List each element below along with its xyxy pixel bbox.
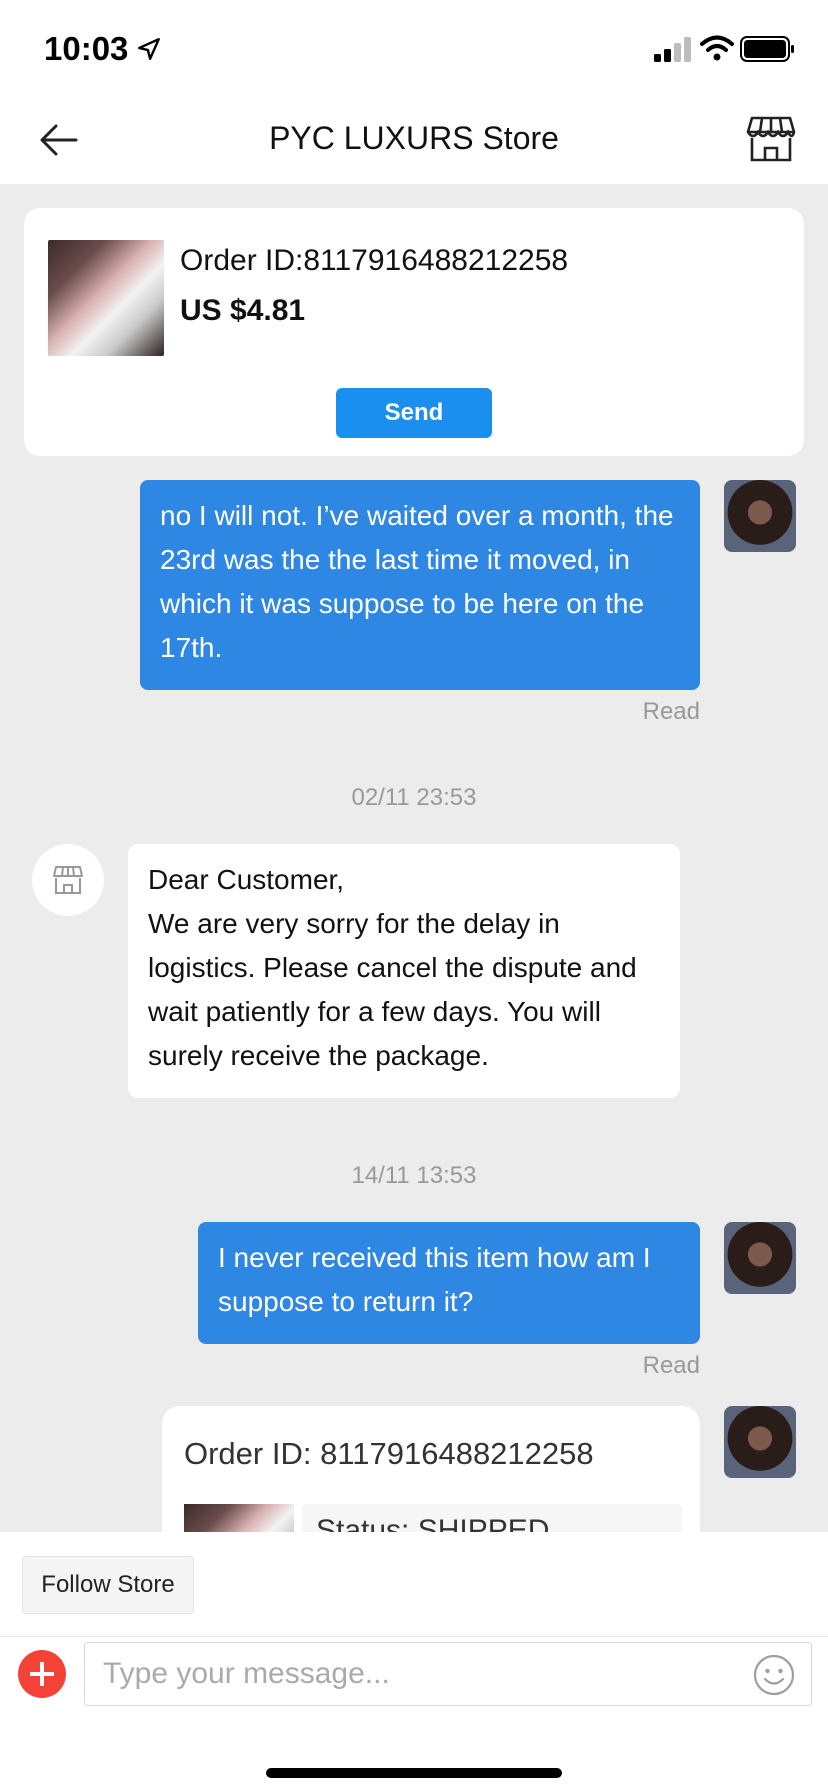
message-timestamp: 14/11 13:53 xyxy=(351,1162,477,1189)
store-icon[interactable] xyxy=(746,114,796,164)
message-outgoing: I never received this item how am I supp… xyxy=(198,1222,700,1344)
order-message-status: Status: SHIPPED xyxy=(316,1514,550,1532)
location-arrow-icon xyxy=(138,38,160,60)
user-avatar[interactable] xyxy=(724,1406,796,1478)
send-order-button[interactable]: Send xyxy=(336,388,492,438)
add-attachment-button[interactable] xyxy=(18,1650,66,1698)
product-thumbnail[interactable] xyxy=(48,240,164,356)
status-bar: 10:03 xyxy=(0,0,828,96)
status-time: 10:03 xyxy=(44,30,129,67)
user-avatar[interactable] xyxy=(724,1222,796,1294)
battery-icon xyxy=(740,36,794,62)
store-icon xyxy=(53,866,83,894)
chat-messages[interactable]: no I will not. I’ve waited over a month,… xyxy=(0,480,828,1532)
message-incoming: Dear Customer, We are very sorry for the… xyxy=(128,844,680,1098)
home-indicator xyxy=(266,1768,562,1778)
user-avatar[interactable] xyxy=(724,480,796,552)
page-title: PYC LUXURS Store xyxy=(269,120,559,156)
divider xyxy=(0,1636,828,1637)
message-outgoing: no I will not. I’ve waited over a month,… xyxy=(140,480,700,690)
message-input[interactable] xyxy=(103,1643,723,1705)
wifi-icon xyxy=(700,35,734,61)
message-input-box[interactable] xyxy=(84,1642,812,1706)
read-status: Read xyxy=(642,698,700,725)
nav-bar: PYC LUXURS Store xyxy=(0,96,828,184)
message-timestamp: 02/11 23:53 xyxy=(351,784,477,811)
order-card: Order ID:8117916488212258 US $4.81 Send xyxy=(24,208,804,456)
order-id: Order ID:8117916488212258 xyxy=(180,244,569,277)
order-message-card[interactable]: Order ID: 8117916488212258 Status: SHIPP… xyxy=(162,1406,700,1532)
emoji-icon[interactable] xyxy=(753,1654,795,1696)
signal-icon xyxy=(654,37,691,62)
follow-store-button[interactable]: Follow Store xyxy=(22,1556,194,1614)
read-status: Read xyxy=(642,1352,700,1379)
order-message-id: Order ID: 8117916488212258 xyxy=(184,1436,594,1471)
order-price: US $4.81 xyxy=(180,294,306,327)
composer-area: Follow Store xyxy=(0,1532,828,1792)
order-header: Order ID:8117916488212258 US $4.81 Send xyxy=(0,184,828,480)
order-message-thumbnail xyxy=(184,1504,294,1532)
store-avatar[interactable] xyxy=(32,844,104,916)
